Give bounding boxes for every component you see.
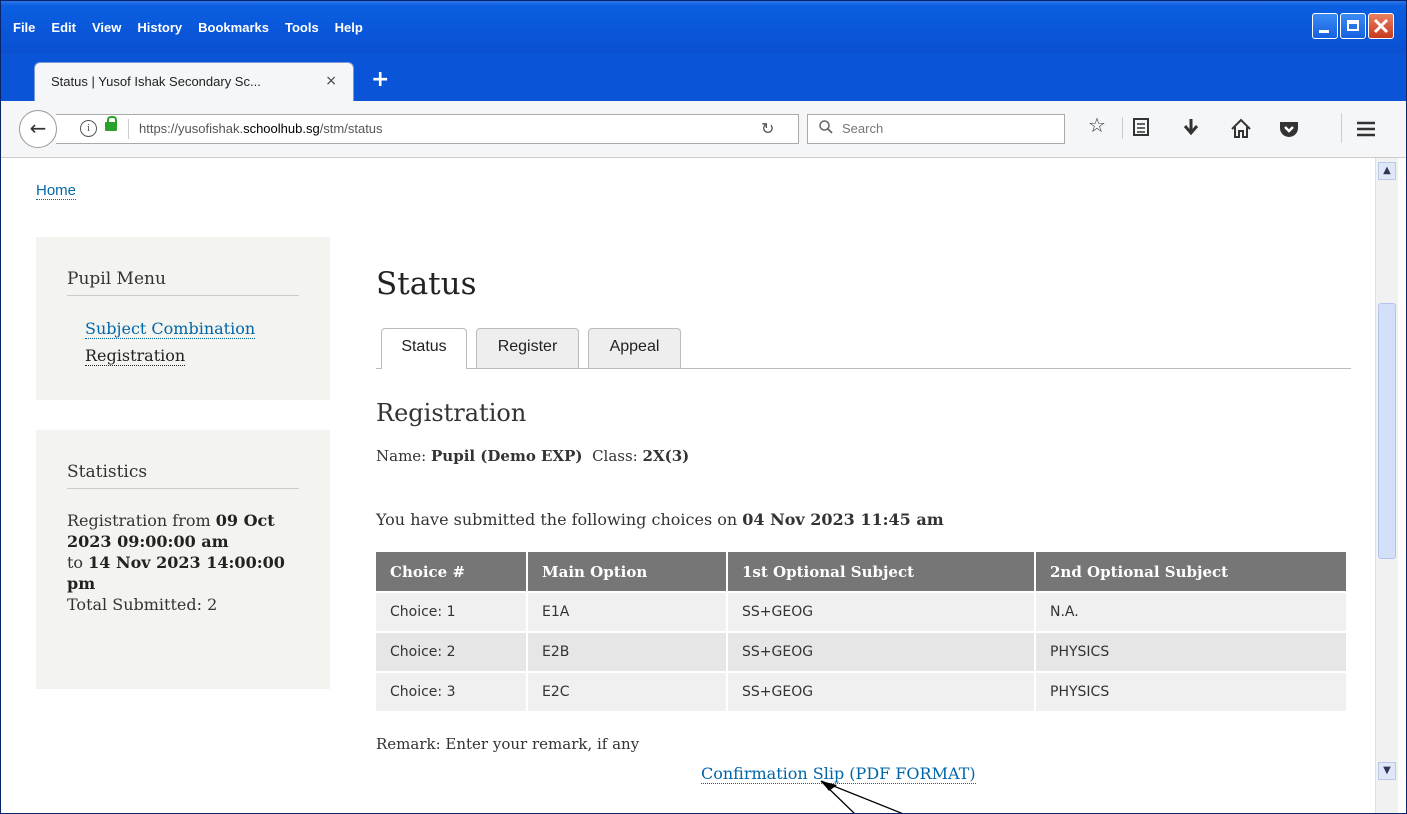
search-icon xyxy=(819,120,833,134)
maximize-button[interactable] xyxy=(1340,13,1366,39)
minimize-icon xyxy=(1319,30,1329,33)
table-header: Choice # xyxy=(376,552,528,592)
new-tab-button[interactable]: + xyxy=(371,67,389,92)
submitted-text: You have submitted the following choices… xyxy=(376,510,738,529)
table-cell: Choice: 2 xyxy=(376,631,528,672)
page-tabs: Status Register Appeal xyxy=(376,328,1351,369)
submitted-line: You have submitted the following choices… xyxy=(376,510,944,529)
table-cell: SS+GEOG xyxy=(727,631,1036,672)
divider xyxy=(67,488,299,489)
table-header: 2nd Optional Subject xyxy=(1035,552,1348,592)
menu-bar: File Edit View History Bookmarks Tools H… xyxy=(13,18,379,38)
pocket-icon[interactable] xyxy=(1277,117,1301,141)
table-header: 1st Optional Subject xyxy=(727,552,1036,592)
table-cell: E1A xyxy=(527,591,728,632)
scroll-up-icon[interactable]: ▲ xyxy=(1378,162,1396,180)
tab-close-icon[interactable]: × xyxy=(325,73,337,89)
subject-combination-link[interactable]: Subject Combination xyxy=(85,319,256,339)
table-row: Choice: 3 E2C SS+GEOG PHYSICS xyxy=(376,671,1348,711)
tab-title: Status | Yusof Ishak Secondary Sc... xyxy=(51,74,261,89)
window-controls xyxy=(1312,13,1394,39)
vertical-scrollbar[interactable]: ▲ ▼ xyxy=(1375,158,1398,813)
submitted-date: 04 Nov 2023 11:45 am xyxy=(742,510,944,529)
to-label: to xyxy=(67,553,84,572)
name-value: Pupil (Demo EXP) xyxy=(431,447,583,465)
url-bar[interactable]: i https://yusofishak.schoolhub.sg/stm/st… xyxy=(56,114,799,144)
remark-text: Remark: Enter your remark, if any xyxy=(376,735,640,753)
registration-from-label: Registration from xyxy=(67,511,211,530)
page-content: Home Pupil Menu Subject Combination Regi… xyxy=(11,158,1376,813)
home-icon[interactable] xyxy=(1229,117,1253,141)
menu-file[interactable]: File xyxy=(13,18,43,38)
scroll-thumb[interactable] xyxy=(1378,303,1396,559)
table-row: Choice: 2 E2B SS+GEOG PHYSICS xyxy=(376,631,1348,672)
back-button[interactable]: ← xyxy=(19,110,57,148)
total-submitted-label: Total Submitted: xyxy=(67,595,202,614)
search-bar[interactable]: Search xyxy=(807,114,1065,144)
info-icon[interactable]: i xyxy=(80,120,97,137)
table-cell: N.A. xyxy=(1035,591,1348,632)
total-submitted-value: 2 xyxy=(207,595,218,614)
tab-strip: Status | Yusof Ishak Secondary Sc... × + xyxy=(1,53,1406,101)
table-cell: E2B xyxy=(527,631,728,672)
table-cell: PHYSICS xyxy=(1035,671,1348,711)
menu-edit[interactable]: Edit xyxy=(51,18,84,38)
reading-list-icon[interactable] xyxy=(1131,116,1153,140)
scroll-down-icon[interactable]: ▼ xyxy=(1378,762,1396,780)
statistics-body: Registration from 09 Oct 2023 09:00:00 a… xyxy=(67,510,287,615)
close-window-button[interactable] xyxy=(1368,13,1394,39)
choices-table: Choice # Main Option 1st Optional Subjec… xyxy=(376,552,1348,711)
menu-help[interactable]: Help xyxy=(335,18,371,38)
browser-tab[interactable]: Status | Yusof Ishak Secondary Sc... × xyxy=(34,62,354,101)
page-title: Status xyxy=(376,266,477,302)
name-class-line: Name: Pupil (Demo EXP) Class: 2X(3) xyxy=(376,447,689,465)
table-header: Main Option xyxy=(527,552,728,592)
table-cell: SS+GEOG xyxy=(727,671,1036,711)
browser-window: File Edit View History Bookmarks Tools H… xyxy=(0,0,1407,814)
confirmation-slip-link[interactable]: Confirmation Slip (PDF FORMAT) xyxy=(701,764,976,784)
menu-tools[interactable]: Tools xyxy=(285,18,327,38)
home-link[interactable]: Home xyxy=(36,182,77,200)
pupil-menu-box: Pupil Menu Subject Combination Registrat… xyxy=(36,237,330,400)
table-cell: E2C xyxy=(527,671,728,711)
url-text[interactable]: https://yusofishak.schoolhub.sg/stm/stat… xyxy=(139,121,383,136)
lock-icon[interactable] xyxy=(105,116,117,131)
statistics-title: Statistics xyxy=(67,462,148,482)
divider xyxy=(67,295,299,296)
table-cell: PHYSICS xyxy=(1035,631,1348,672)
search-input[interactable]: Search xyxy=(842,121,883,136)
maximize-icon xyxy=(1347,20,1359,31)
hamburger-menu-icon[interactable] xyxy=(1354,117,1378,141)
section-title: Registration xyxy=(376,399,527,427)
close-icon xyxy=(1373,18,1389,34)
table-cell: SS+GEOG xyxy=(727,591,1036,632)
class-value: 2X(3) xyxy=(642,447,690,465)
menu-bookmarks[interactable]: Bookmarks xyxy=(198,18,277,38)
star-icon[interactable]: ☆ xyxy=(1088,113,1106,137)
tab-register[interactable]: Register xyxy=(476,328,579,368)
class-label: Class: xyxy=(592,447,638,465)
menu-view[interactable]: View xyxy=(92,18,129,38)
toolbar-separator xyxy=(1341,113,1342,143)
url-separator xyxy=(128,119,129,139)
download-icon[interactable] xyxy=(1181,116,1201,140)
menu-history[interactable]: History xyxy=(137,18,190,38)
back-icon: ← xyxy=(29,116,47,140)
minimize-button[interactable] xyxy=(1312,13,1338,39)
name-label: Name: xyxy=(376,447,427,465)
to-date: 14 Nov 2023 14:00:00 pm xyxy=(67,553,285,593)
toolbar-separator xyxy=(1122,117,1123,139)
pupil-menu-title: Pupil Menu xyxy=(67,269,166,289)
tab-status[interactable]: Status xyxy=(381,328,467,369)
tab-appeal[interactable]: Appeal xyxy=(588,328,681,368)
table-row: Choice: 1 E1A SS+GEOG N.A. xyxy=(376,591,1348,632)
registration-link[interactable]: Registration xyxy=(85,346,186,366)
table-cell: Choice: 3 xyxy=(376,671,528,711)
table-header-row: Choice # Main Option 1st Optional Subjec… xyxy=(376,552,1348,592)
table-cell: Choice: 1 xyxy=(376,591,528,632)
statistics-box: Statistics Registration from 09 Oct 2023… xyxy=(36,430,330,689)
reload-icon[interactable]: ↻ xyxy=(761,119,774,138)
